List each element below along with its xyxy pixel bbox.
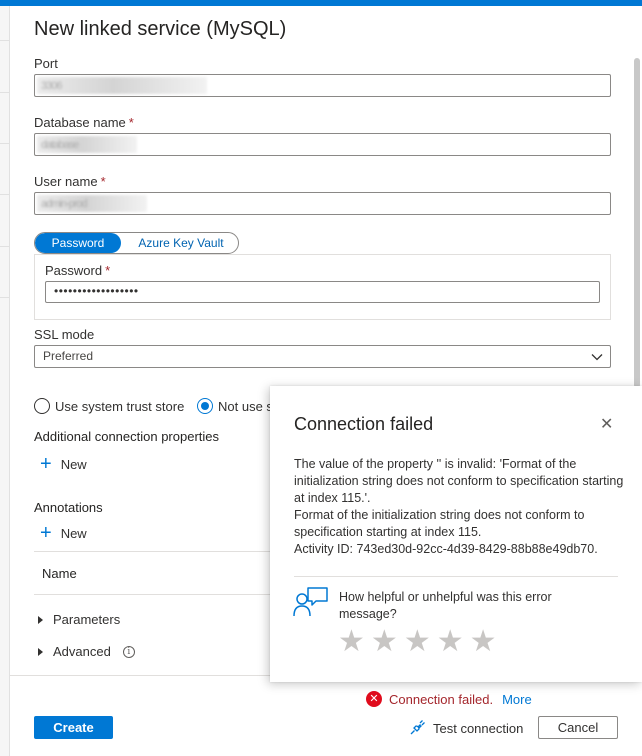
add-connection-property-button[interactable]: + New	[40, 453, 87, 475]
user-name-input[interactable]: admin-prod	[34, 192, 611, 215]
not-use-system-trust-store-radio[interactable]: Not use s	[197, 398, 273, 414]
create-button[interactable]: Create	[34, 716, 113, 739]
user-name-label: User name *	[34, 174, 106, 189]
radio-checked-icon	[197, 398, 213, 414]
azure-key-vault-toggle-option[interactable]: Azure Key Vault	[127, 233, 235, 253]
star-icon[interactable]: ★	[470, 627, 497, 657]
star-icon[interactable]: ★	[338, 627, 365, 657]
additional-properties-heading: Additional connection properties	[34, 429, 220, 444]
auth-type-toggle[interactable]: Password Azure Key Vault	[34, 232, 239, 254]
close-icon[interactable]: ✕	[600, 414, 613, 434]
rating-stars: ★ ★ ★ ★ ★	[338, 627, 497, 657]
port-value-redacted: 3306	[37, 77, 207, 94]
ssl-mode-label: SSL mode	[34, 327, 95, 342]
info-icon[interactable]: i	[122, 645, 135, 658]
feedback-person-icon	[293, 587, 328, 617]
chevron-down-icon	[591, 354, 603, 361]
ssl-mode-value: Preferred	[43, 349, 94, 363]
plus-icon: +	[40, 453, 52, 475]
more-link[interactable]: More	[502, 692, 532, 707]
password-toggle-option[interactable]: Password	[35, 233, 121, 253]
star-icon[interactable]: ★	[371, 627, 398, 657]
database-value-redacted: database	[37, 136, 137, 153]
plus-icon: +	[40, 522, 52, 544]
ssl-mode-select[interactable]: Preferred	[34, 345, 611, 368]
advanced-expander[interactable]: Advanced i	[38, 644, 135, 659]
database-name-input[interactable]: database	[34, 133, 611, 156]
add-annotation-button[interactable]: + New	[40, 522, 87, 544]
error-message: The value of the property '' is invalid:…	[294, 457, 624, 556]
page-title: New linked service (MySQL)	[34, 18, 287, 40]
password-section: Password * ••••••••••••••••••	[34, 254, 611, 320]
database-name-label: Database name *	[34, 115, 134, 130]
chevron-right-icon	[38, 647, 43, 656]
use-system-trust-store-radio[interactable]: Use system trust store	[34, 398, 184, 414]
password-input[interactable]: ••••••••••••••••••	[45, 281, 600, 303]
scrollbar-thumb[interactable]	[634, 58, 640, 388]
connection-failed-popup: Connection failed ✕ The value of the pro…	[270, 386, 642, 682]
star-icon[interactable]: ★	[437, 627, 464, 657]
test-connection-button[interactable]: Test connection	[408, 719, 523, 737]
annotations-heading: Annotations	[34, 500, 103, 515]
port-input[interactable]: 3306	[34, 74, 611, 97]
username-value-redacted: admin-prod	[37, 195, 147, 212]
left-gutter	[0, 6, 10, 756]
error-icon: ✕	[366, 691, 382, 707]
port-label: Port	[34, 56, 58, 71]
cancel-button[interactable]: Cancel	[538, 716, 618, 739]
feedback-prompt: How helpful or unhelpful was this error …	[339, 590, 552, 621]
star-icon[interactable]: ★	[404, 627, 431, 657]
connection-status: ✕ Connection failed. More	[366, 691, 532, 707]
parameters-expander[interactable]: Parameters	[38, 612, 120, 627]
radio-unchecked-icon	[34, 398, 50, 414]
popup-divider	[294, 576, 618, 577]
popup-title: Connection failed	[294, 414, 434, 434]
annotations-name-column: Name	[42, 566, 77, 581]
plug-icon	[410, 720, 425, 735]
chevron-right-icon	[38, 615, 43, 624]
password-label: Password *	[45, 263, 111, 278]
